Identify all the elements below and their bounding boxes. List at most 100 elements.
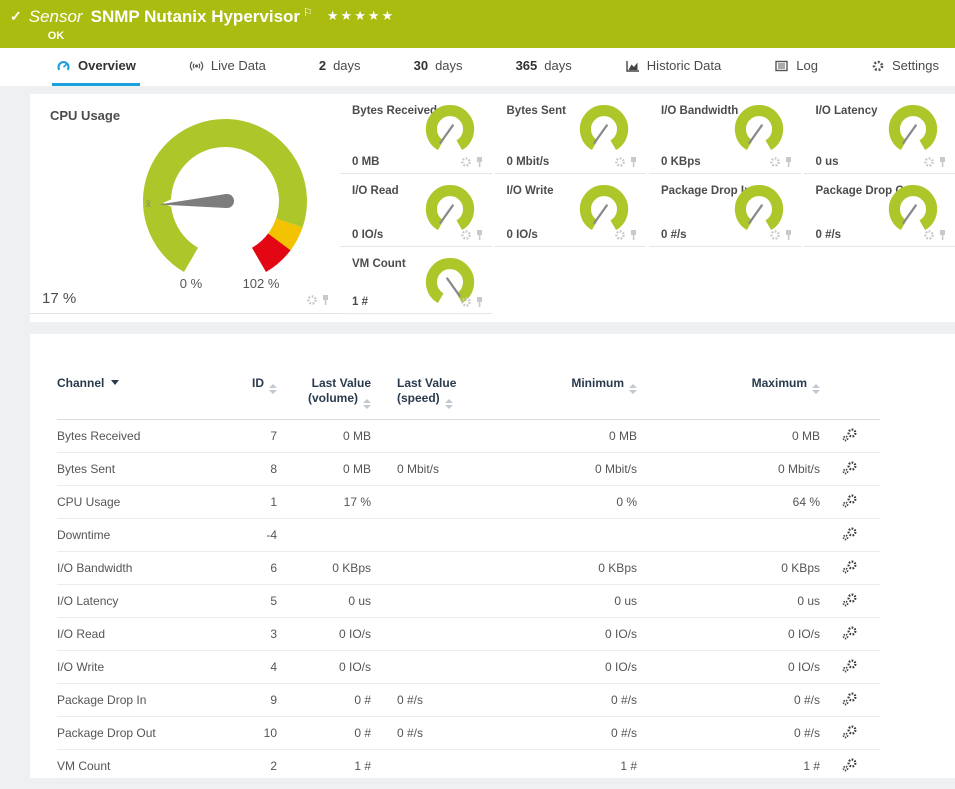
- cell-tools: [923, 156, 949, 168]
- edit-channel-button[interactable]: [841, 494, 859, 511]
- cell-last-value-volume: 0 #: [277, 717, 371, 750]
- edit-channel-button[interactable]: [841, 428, 859, 445]
- column-header-id[interactable]: ID: [212, 372, 277, 420]
- cell-id: 8: [212, 453, 277, 486]
- tab-live-data[interactable]: Live Data: [185, 48, 270, 86]
- cell-tools: [923, 229, 949, 241]
- tab-number: 30: [414, 58, 428, 73]
- edit-channel-button[interactable]: [841, 560, 859, 577]
- cell-channel: Downtime: [57, 519, 212, 552]
- gauge-value: 0 MB: [352, 156, 379, 168]
- pin-icon[interactable]: [940, 157, 945, 167]
- cell-maximum: [637, 519, 820, 552]
- tab-2-days[interactable]: 2 days: [315, 48, 365, 86]
- cell-last-value-speed: [371, 651, 465, 684]
- edit-channel-button[interactable]: [841, 461, 859, 478]
- cell-channel: I/O Write: [57, 651, 212, 684]
- pin-icon[interactable]: [323, 295, 328, 305]
- cell-last-value-volume: 1 #: [277, 750, 371, 783]
- column-header-maximum[interactable]: Maximum: [637, 372, 820, 420]
- gauge-title: CPU Usage: [50, 108, 120, 123]
- gear-icon[interactable]: [771, 231, 778, 238]
- cell-maximum: 0 Mbit/s: [637, 453, 820, 486]
- column-header-last-value-volume[interactable]: Last Value (volume): [277, 372, 371, 420]
- column-header-last-value-speed[interactable]: Last Value (speed): [371, 372, 465, 420]
- pin-icon[interactable]: [477, 230, 482, 240]
- gear-icon[interactable]: [616, 231, 623, 238]
- gears-icon: [841, 527, 859, 541]
- edit-channel-button[interactable]: [841, 692, 859, 709]
- cell-channel: I/O Read: [57, 618, 212, 651]
- cell-maximum: 0 #/s: [637, 684, 820, 717]
- gear-icon[interactable]: [462, 158, 469, 165]
- cell-last-value-speed: [371, 519, 465, 552]
- tab-log[interactable]: Log: [770, 48, 822, 86]
- gear-icon[interactable]: [308, 296, 315, 303]
- gauge-title: Bytes Sent: [507, 105, 566, 117]
- edit-channel-button[interactable]: [841, 626, 859, 643]
- cell-minimum: 0 Mbit/s: [465, 453, 637, 486]
- sensor-title: SNMP Nutanix Hypervisor: [91, 7, 300, 27]
- pin-icon[interactable]: [786, 230, 791, 240]
- tab-30-days[interactable]: 30 days: [410, 48, 467, 86]
- cell-id: 7: [212, 420, 277, 453]
- gears-icon: [841, 461, 859, 475]
- edit-channel-button[interactable]: [841, 527, 859, 544]
- pin-icon[interactable]: [477, 297, 482, 307]
- column-header-minimum[interactable]: Minimum: [465, 372, 637, 420]
- overview-gauges-panel: CPU Usage x̄ 0 % 102 % 17 % Bytes Rec: [30, 94, 955, 322]
- cell-last-value-speed: [371, 750, 465, 783]
- edit-channel-button[interactable]: [841, 659, 859, 676]
- edit-channel-button[interactable]: [841, 725, 859, 742]
- edit-channel-button[interactable]: [841, 758, 859, 775]
- pin-icon[interactable]: [631, 230, 636, 240]
- gauge-value: 0 KBps: [661, 156, 701, 168]
- table-row: Package Drop Out 10 0 # 0 #/s 0 #/s 0 #/…: [57, 717, 880, 750]
- gear-icon[interactable]: [771, 158, 778, 165]
- cell-last-value-speed: [371, 420, 465, 453]
- gear-icon[interactable]: [462, 231, 469, 238]
- table-row: CPU Usage 1 17 % 0 % 64 %: [57, 486, 880, 519]
- sensor-header: ✓ Sensor SNMP Nutanix Hypervisor ⚐ ★★★★★…: [0, 0, 955, 48]
- tab-historic-data[interactable]: Historic Data: [621, 48, 725, 86]
- pin-icon[interactable]: [477, 157, 482, 167]
- gear-icon[interactable]: [925, 158, 932, 165]
- pin-icon[interactable]: [786, 157, 791, 167]
- cell-channel: Bytes Sent: [57, 453, 212, 486]
- priority-stars[interactable]: ★★★★★: [327, 8, 395, 24]
- pin-icon[interactable]: [631, 157, 636, 167]
- cell-tools: [460, 229, 486, 241]
- tab-365-days[interactable]: 365 days: [512, 48, 576, 86]
- cell-channel: Package Drop Out: [57, 717, 212, 750]
- empty-cell: [649, 247, 801, 314]
- edit-channel-button[interactable]: [841, 593, 859, 610]
- tab-label: Historic Data: [647, 58, 721, 73]
- gauge-cell-io-latency: I/O Latency 0 us: [804, 94, 955, 174]
- cell-id: 5: [212, 585, 277, 618]
- gauge-cell-package-drop-out: Package Drop Out 0 #/s: [804, 174, 955, 247]
- gears-icon: [841, 758, 859, 772]
- tab-label: Live Data: [211, 58, 266, 73]
- mini-gauge-dial: [731, 105, 787, 157]
- cell-last-value-volume: 0 MB: [277, 453, 371, 486]
- cell-maximum: 1 #: [637, 750, 820, 783]
- column-header-channel[interactable]: Channel: [57, 372, 212, 420]
- live-data-icon: [189, 59, 204, 73]
- cell-id: 4: [212, 651, 277, 684]
- cell-tools: [306, 294, 332, 306]
- gauge-icon: [56, 59, 71, 73]
- tab-overview[interactable]: Overview: [52, 48, 140, 86]
- cell-channel: CPU Usage: [57, 486, 212, 519]
- gear-icon[interactable]: [616, 158, 623, 165]
- pin-icon[interactable]: [940, 230, 945, 240]
- cell-last-value-speed: 0 Mbit/s: [371, 453, 465, 486]
- gear-icon[interactable]: [925, 231, 932, 238]
- gears-icon: [841, 593, 859, 607]
- cell-last-value-volume: 0 MB: [277, 420, 371, 453]
- tab-settings[interactable]: Settings: [867, 48, 943, 86]
- flag-icon[interactable]: ⚐: [303, 6, 313, 19]
- cell-last-value-volume: 17 %: [277, 486, 371, 519]
- cell-last-value-volume: 0 us: [277, 585, 371, 618]
- gear-icon[interactable]: [462, 298, 469, 305]
- gauge-value: 17 %: [42, 290, 76, 307]
